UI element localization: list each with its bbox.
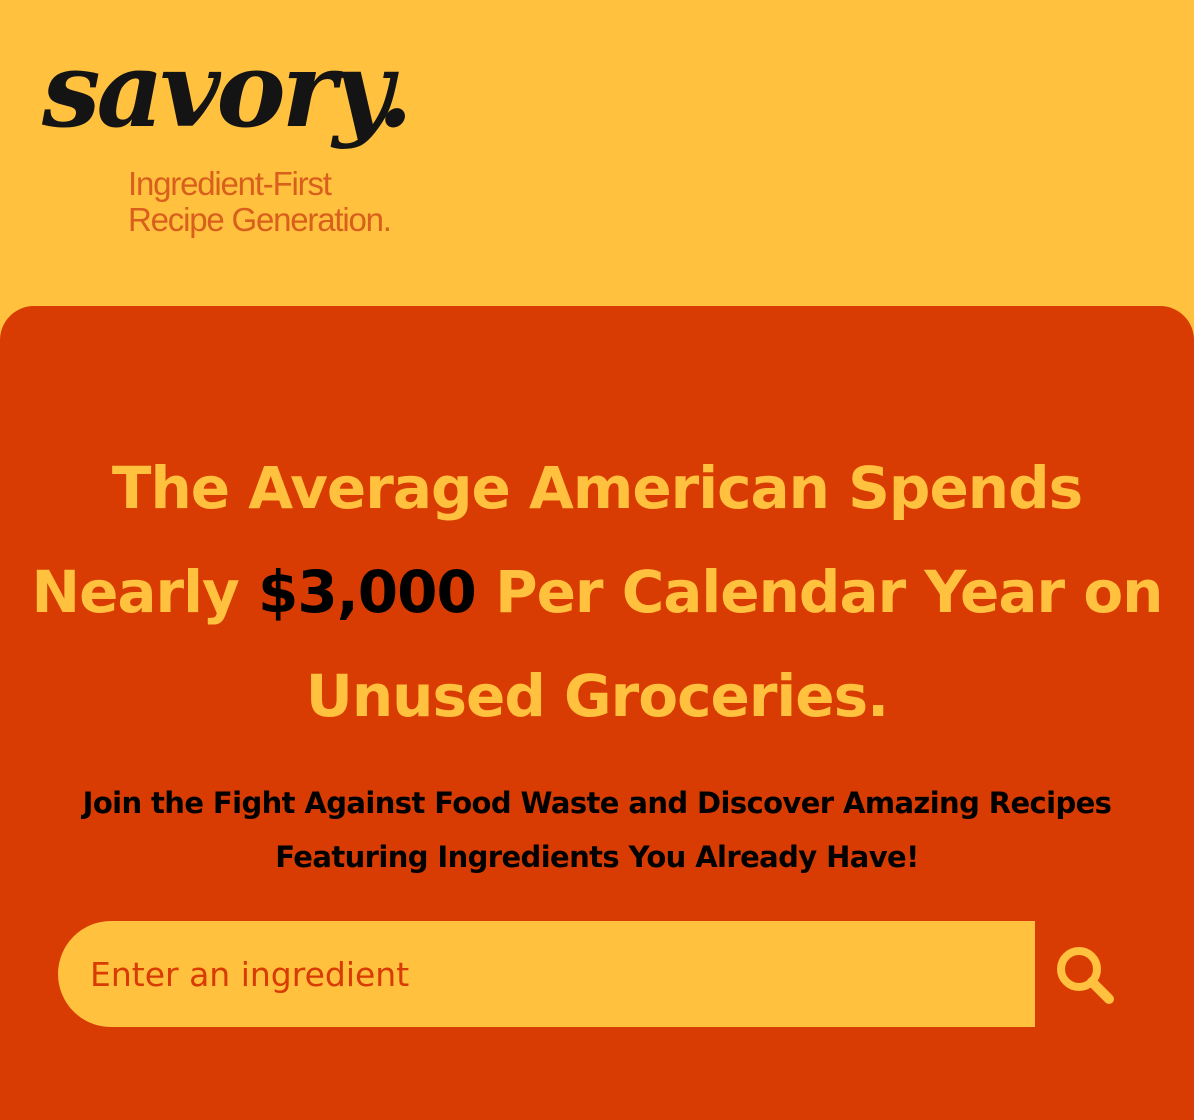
- hero-subheadline: Join the Fight Against Food Waste and Di…: [82, 786, 1112, 874]
- search-button[interactable]: [1052, 942, 1120, 1010]
- tagline: Ingredient-First Recipe Generation.: [128, 165, 392, 238]
- tagline-line-1: Ingredient-First: [128, 165, 332, 202]
- hero-headline: The Average American Spends Nearly $3,00…: [30, 436, 1164, 748]
- headline-amount: $3,000: [258, 558, 477, 626]
- search-icon: [1052, 942, 1120, 1010]
- ingredient-search-input[interactable]: [90, 921, 1035, 1027]
- hero-panel: The Average American Spends Nearly $3,00…: [0, 306, 1194, 1120]
- ingredient-search-form: [58, 921, 1035, 1027]
- logo[interactable]: savory.: [42, 38, 413, 142]
- tagline-line-2: Recipe Generation.: [128, 201, 392, 238]
- brand-header: savory. Ingredient-First Recipe Generati…: [42, 38, 542, 253]
